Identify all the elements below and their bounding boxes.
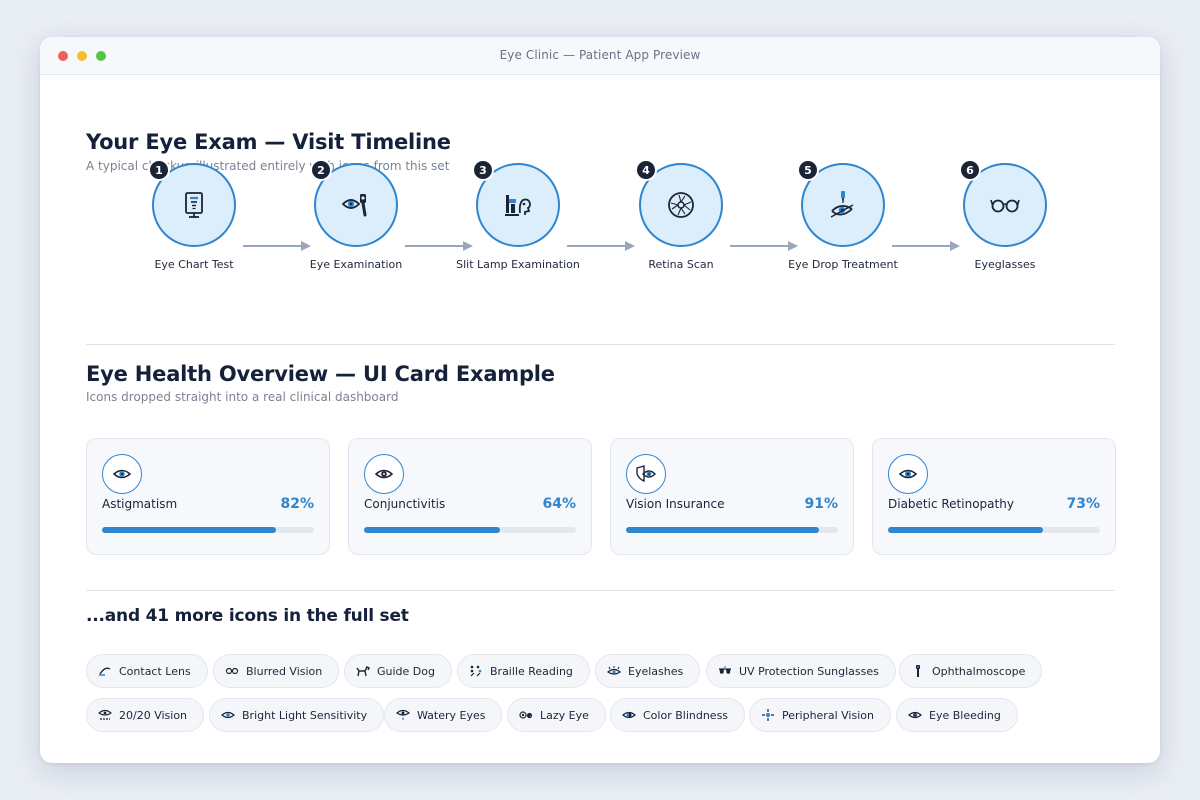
timeline-step-eye-drop-treatment[interactable]: 5 Eye Drop Treatment <box>763 159 923 303</box>
step-number-badge: 3 <box>472 159 494 181</box>
chip-label: Eye Bleeding <box>929 708 1001 722</box>
chip-lazy-eye[interactable]: Lazy Eye <box>507 698 606 732</box>
progress-bar <box>626 527 838 533</box>
conjunctivitis-eye-icon <box>364 454 404 494</box>
chip-bright-light-sensitivity[interactable]: Bright Light Sensitivity <box>209 698 385 732</box>
progress-bar-fill <box>626 527 819 533</box>
chip-label: Eyelashes <box>628 664 684 678</box>
card-percent: 73% <box>1066 496 1100 512</box>
timeline-step-slit-lamp-examination[interactable]: 3 Slit Lamp Examination <box>438 159 598 303</box>
chip-label: Bright Light Sensitivity <box>242 708 368 722</box>
timeline-step-eye-examination[interactable]: 2 Eye Examination <box>276 159 436 303</box>
step-number-badge: 1 <box>148 159 170 181</box>
step-label: Eye Drop Treatment <box>788 258 898 271</box>
timeline-step-eyeglasses[interactable]: 6 Eyeglasses <box>925 159 1085 303</box>
guide-dog-icon <box>356 664 370 678</box>
chip-peripheral-vision[interactable]: Peripheral Vision <box>749 698 891 732</box>
card-label: Diabetic Retinopathy <box>888 497 1014 511</box>
step-label: Eye Examination <box>309 258 403 271</box>
more-icons-title: ...and 41 more icons in the full set <box>86 606 409 626</box>
chip-eyelashes[interactable]: Eyelashes <box>595 654 701 688</box>
section-divider <box>86 344 1115 345</box>
chip-braille-reading[interactable]: Braille Reading <box>457 654 590 688</box>
braille-reading-icon <box>469 664 483 678</box>
timeline-step-eye-chart-test[interactable]: 1 Eye Chart Test <box>114 159 274 303</box>
chip-label: Blurred Vision <box>246 664 323 678</box>
vision-insurance-icon <box>626 454 666 494</box>
app-window: Eye Clinic — Patient App Preview Your Ey… <box>40 37 1160 763</box>
health-card-vision-insurance[interactable]: Vision Insurance 91% <box>610 438 854 555</box>
chip-label: Ophthalmoscope <box>932 664 1026 678</box>
chip-label: Guide Dog <box>377 664 435 678</box>
chip-blurred-vision[interactable]: Blurred Vision <box>213 654 340 688</box>
health-card-diabetic-retinopathy[interactable]: Diabetic Retinopathy 73% <box>872 438 1116 555</box>
step-number-badge: 4 <box>635 159 657 181</box>
progress-bar <box>364 527 576 533</box>
overview-title: Eye Health Overview — UI Card Example <box>86 362 555 386</box>
step-label: Slit Lamp Examination <box>456 258 580 271</box>
card-percent: 91% <box>804 496 838 512</box>
health-card-astigmatism[interactable]: Astigmatism 82% <box>86 438 330 555</box>
chip-label: Watery Eyes <box>417 708 486 722</box>
astigmatism-eye-icon <box>102 454 142 494</box>
chip-label: UV Protection Sunglasses <box>739 664 879 678</box>
chip-label: Color Blindness <box>643 708 729 722</box>
eye-bleeding-icon <box>908 708 922 722</box>
chip-contact-lens[interactable]: Contact Lens <box>86 654 208 688</box>
card-percent: 64% <box>542 496 576 512</box>
chip-ophthalmoscope[interactable]: Ophthalmoscope <box>899 654 1043 688</box>
step-number-badge: 2 <box>310 159 332 181</box>
lazy-eye-icon <box>519 708 533 722</box>
progress-bar <box>888 527 1100 533</box>
chip-eye-bleeding[interactable]: Eye Bleeding <box>896 698 1018 732</box>
chip-color-blindness[interactable]: Color Blindness <box>610 698 746 732</box>
chip-label: 20/20 Vision <box>119 708 188 722</box>
step-label: Eyeglasses <box>974 258 1036 271</box>
step-number-badge: 5 <box>797 159 819 181</box>
chip-label: Peripheral Vision <box>782 708 874 722</box>
peripheral-vision-icon <box>761 708 775 722</box>
vision-2020-icon <box>98 708 112 722</box>
step-number-badge: 6 <box>959 159 981 181</box>
chip-label: Contact Lens <box>119 664 191 678</box>
progress-bar-fill <box>364 527 500 533</box>
light-sensitivity-icon <box>221 708 235 722</box>
section-divider <box>86 590 1115 591</box>
card-label: Astigmatism <box>102 497 178 511</box>
diabetic-retinopathy-icon <box>888 454 928 494</box>
chip-guide-dog[interactable]: Guide Dog <box>344 654 452 688</box>
eyelashes-icon <box>607 664 621 678</box>
watery-eyes-icon <box>396 708 410 722</box>
page-content: Your Eye Exam — Visit Timeline A typical… <box>40 75 1160 763</box>
window-title: Eye Clinic — Patient App Preview <box>499 48 701 62</box>
color-blindness-icon <box>622 708 636 722</box>
timeline-step-retina-scan[interactable]: 4 Retina Scan <box>601 159 761 303</box>
window-titlebar: Eye Clinic — Patient App Preview <box>40 37 1160 75</box>
progress-bar <box>102 527 314 533</box>
contact-lens-icon <box>98 664 112 678</box>
step-label: Eye Chart Test <box>154 258 234 271</box>
health-card-conjunctivitis[interactable]: Conjunctivitis 64% <box>348 438 592 555</box>
step-label: Retina Scan <box>648 258 714 271</box>
blurred-vision-icon <box>225 664 239 678</box>
timeline-title: Your Eye Exam — Visit Timeline <box>86 130 451 154</box>
card-label: Conjunctivitis <box>364 497 446 511</box>
chip-20-20-vision[interactable]: 20/20 Vision <box>86 698 205 732</box>
ophthalmoscope-icon <box>911 664 925 678</box>
overview-subtitle: Icons dropped straight into a real clini… <box>86 390 399 404</box>
chip-label: Lazy Eye <box>540 708 589 722</box>
progress-bar-fill <box>102 527 276 533</box>
card-label: Vision Insurance <box>626 497 725 511</box>
card-percent: 82% <box>280 496 314 512</box>
sunglasses-icon <box>718 664 732 678</box>
progress-bar-fill <box>888 527 1043 533</box>
chip-label: Braille Reading <box>490 664 573 678</box>
chip-uv-protection-sunglasses[interactable]: UV Protection Sunglasses <box>706 654 896 688</box>
chip-watery-eyes[interactable]: Watery Eyes <box>384 698 503 732</box>
